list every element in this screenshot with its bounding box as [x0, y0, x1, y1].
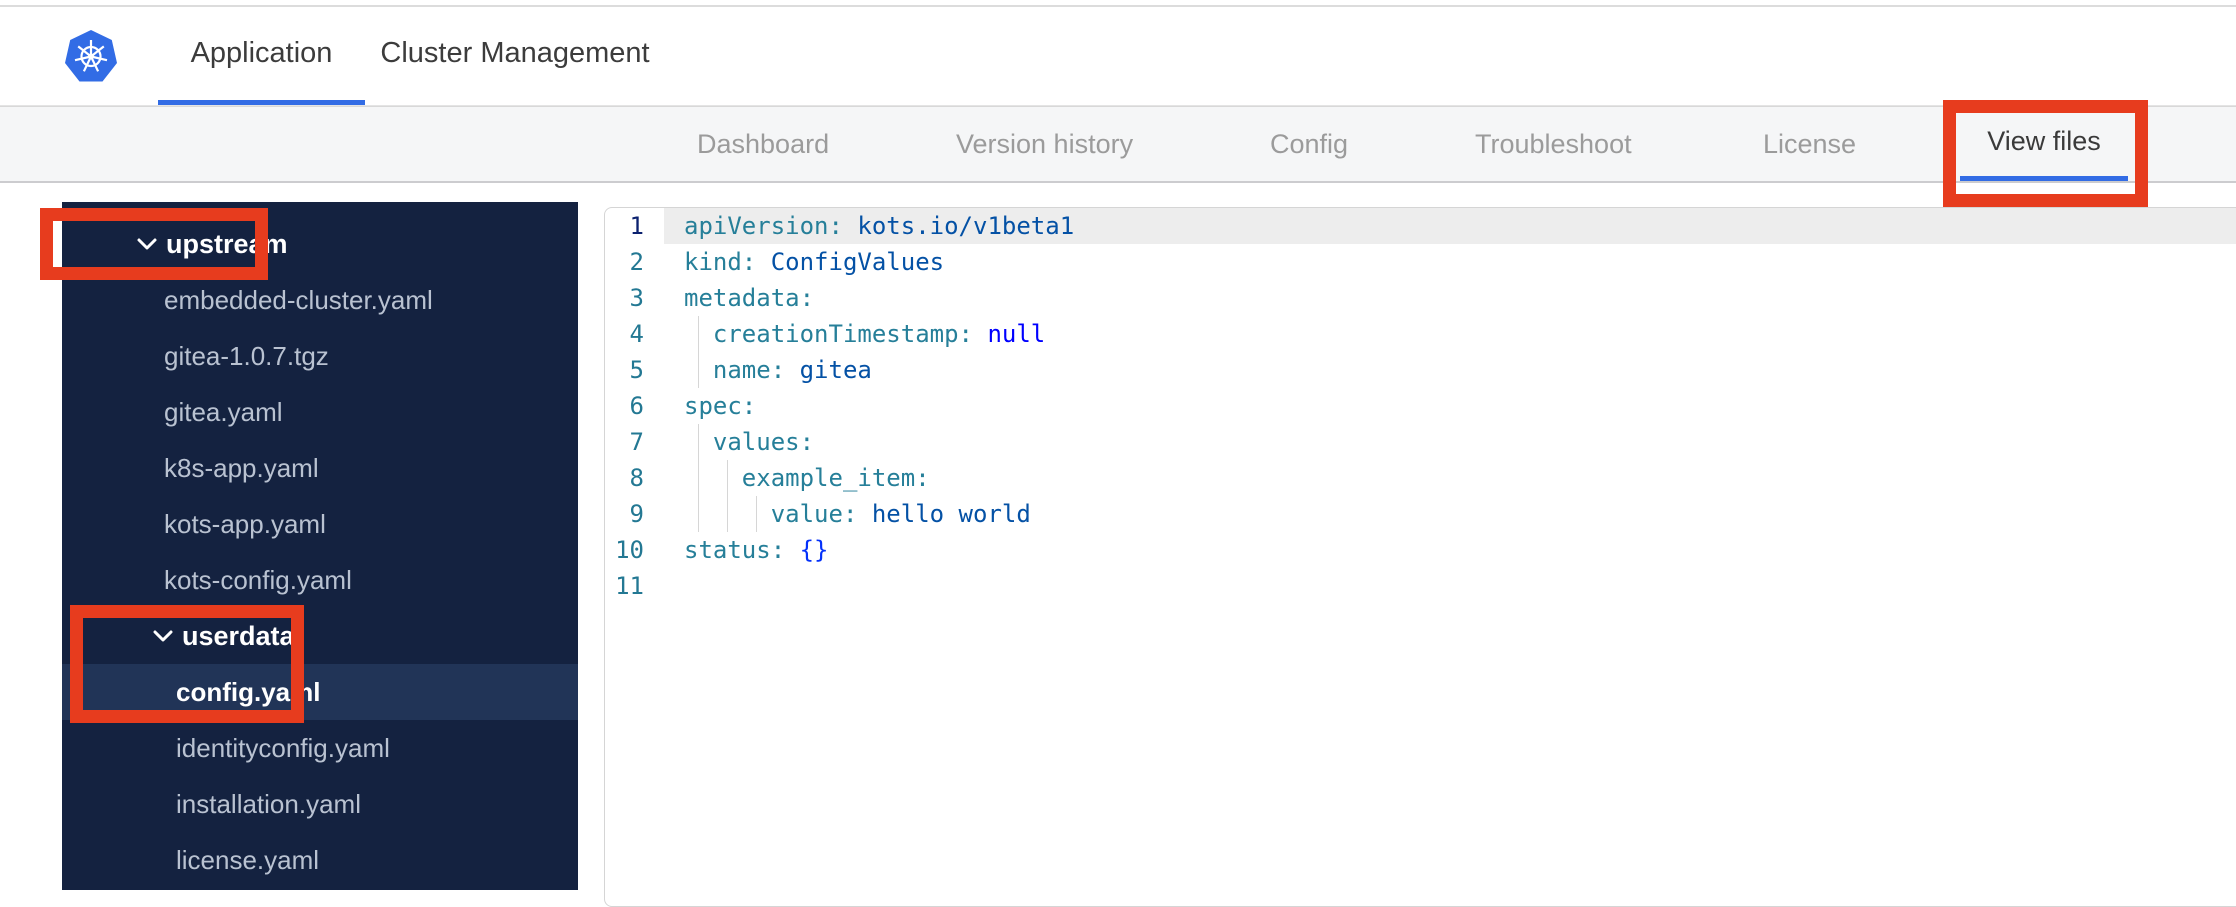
code-text: spec: — [684, 392, 757, 420]
code-text: name: gitea — [664, 352, 2236, 388]
line-number: 2 — [629, 248, 644, 276]
tab-application[interactable]: Application — [158, 7, 365, 105]
kubernetes-logo-icon — [65, 30, 117, 82]
tab-version-history[interactable]: Version history — [956, 107, 1133, 181]
code-text: value: hello world — [664, 496, 2236, 532]
tree-item-label: embedded-cluster.yaml — [164, 284, 433, 315]
code-text: apiVersion: kots.io/v1beta1 — [664, 208, 2236, 244]
tab-license-label: License — [1763, 128, 1857, 159]
indent-guide — [756, 496, 758, 532]
tab-view-files-label: View files — [1987, 126, 2101, 156]
tab-application-label: Application — [190, 37, 333, 69]
code-line-1[interactable]: 1 apiVersion: kots.io/v1beta1 — [605, 208, 2236, 244]
line-number: 1 — [629, 212, 644, 240]
code-line-2[interactable]: 2 kind: ConfigValues — [605, 244, 2236, 280]
tree-item-label: identityconfig.yaml — [176, 732, 390, 763]
indent-guide — [727, 460, 729, 496]
code-text: example_item: — [664, 460, 2236, 496]
tree-folder-upstream[interactable]: upstream — [62, 216, 578, 272]
code-line-7[interactable]: 7 values: — [605, 424, 2236, 460]
tree-item-label: installation.yaml — [176, 788, 361, 819]
tree-file-kots-app.yaml[interactable]: kots-app.yaml — [62, 496, 578, 552]
code-line-5[interactable]: 5 name: gitea — [605, 352, 2236, 388]
line-number: 3 — [629, 284, 644, 312]
line-number: 8 — [629, 464, 644, 492]
tab-dashboard[interactable]: Dashboard — [697, 107, 829, 181]
code-line-6[interactable]: 6 spec: — [605, 388, 2236, 424]
line-number: 9 — [629, 500, 644, 528]
tab-troubleshoot-label: Troubleshoot — [1475, 128, 1632, 159]
app-header: Application Cluster Management — [0, 7, 2236, 106]
tree-file-k8s-app.yaml[interactable]: k8s-app.yaml — [62, 440, 578, 496]
indent-guide — [698, 424, 700, 460]
tree-item-label: k8s-app.yaml — [164, 452, 319, 483]
code-text: values: — [664, 424, 2236, 460]
tree-item-label: gitea-1.0.7.tgz — [164, 340, 329, 371]
line-number: 7 — [629, 428, 644, 456]
tree-file-embedded-cluster.yaml[interactable]: embedded-cluster.yaml — [62, 272, 578, 328]
code-line-3[interactable]: 3 metadata: — [605, 280, 2236, 316]
code-line-10[interactable]: 10 status: {} — [605, 532, 2236, 568]
code-line-4[interactable]: 4 creationTimestamp: null — [605, 316, 2236, 352]
indent-guide — [727, 496, 729, 532]
tree-file-config.yaml[interactable]: config.yaml — [62, 664, 578, 720]
code-line-9[interactable]: 9 value: hello world — [605, 496, 2236, 532]
indent-guide — [698, 352, 700, 388]
code-text: creationTimestamp: null — [664, 316, 2236, 352]
code-line-11[interactable]: 11 — [605, 568, 2236, 604]
tree-file-gitea.yaml[interactable]: gitea.yaml — [62, 384, 578, 440]
tab-troubleshoot[interactable]: Troubleshoot — [1475, 107, 1632, 181]
tree-file-identityconfig.yaml[interactable]: identityconfig.yaml — [62, 720, 578, 776]
indent-guide — [698, 460, 700, 496]
tree-item-label: upstream — [166, 228, 288, 259]
chevron-down-icon — [153, 630, 173, 642]
line-number: 4 — [629, 320, 644, 348]
line-number: 5 — [629, 356, 644, 384]
code-text: kind: ConfigValues — [684, 248, 945, 276]
tree-file-license.yaml[interactable]: license.yaml — [62, 832, 578, 888]
tree-folder-userdata[interactable]: userdata — [62, 608, 578, 664]
indent-guide — [698, 316, 700, 352]
code-line-8[interactable]: 8 example_item: — [605, 460, 2236, 496]
line-number: 6 — [629, 392, 644, 420]
line-number: 11 — [615, 572, 644, 600]
tab-license[interactable]: License — [1763, 107, 1856, 181]
app-subnav: Dashboard Version history Config Trouble… — [0, 106, 2236, 183]
tree-item-label: gitea.yaml — [164, 396, 283, 427]
tree-item-label: userdata — [182, 620, 295, 651]
tab-config-label: Config — [1270, 128, 1349, 159]
tab-config[interactable]: Config — [1270, 107, 1348, 181]
tree-item-label: kots-app.yaml — [164, 508, 326, 539]
tree-item-label: kots-config.yaml — [164, 564, 352, 595]
tab-cluster-management[interactable]: Cluster Management — [365, 7, 665, 105]
code-editor[interactable]: 1 apiVersion: kots.io/v1beta1 2 kind: Confi… — [604, 207, 2236, 907]
tab-version-history-label: Version history — [956, 128, 1134, 159]
code-text: metadata: — [684, 284, 815, 312]
tab-view-files[interactable]: View files — [1960, 107, 2128, 181]
code-text: status: {} — [684, 536, 829, 564]
indent-guide — [698, 496, 700, 532]
chevron-down-icon — [137, 238, 157, 250]
tree-file-kots-config.yaml[interactable]: kots-config.yaml — [62, 552, 578, 608]
tab-cluster-management-label: Cluster Management — [380, 37, 650, 69]
tree-item-label: config.yaml — [176, 676, 321, 707]
tab-dashboard-label: Dashboard — [697, 128, 830, 159]
line-number: 10 — [615, 536, 644, 564]
tree-file-installation.yaml[interactable]: installation.yaml — [62, 776, 578, 832]
tree-item-label: license.yaml — [176, 844, 320, 875]
tree-file-gitea-1.0.7.tgz[interactable]: gitea-1.0.7.tgz — [62, 328, 578, 384]
file-tree: upstream embedded-cluster.yaml gitea-1.0.7… — [62, 202, 578, 890]
